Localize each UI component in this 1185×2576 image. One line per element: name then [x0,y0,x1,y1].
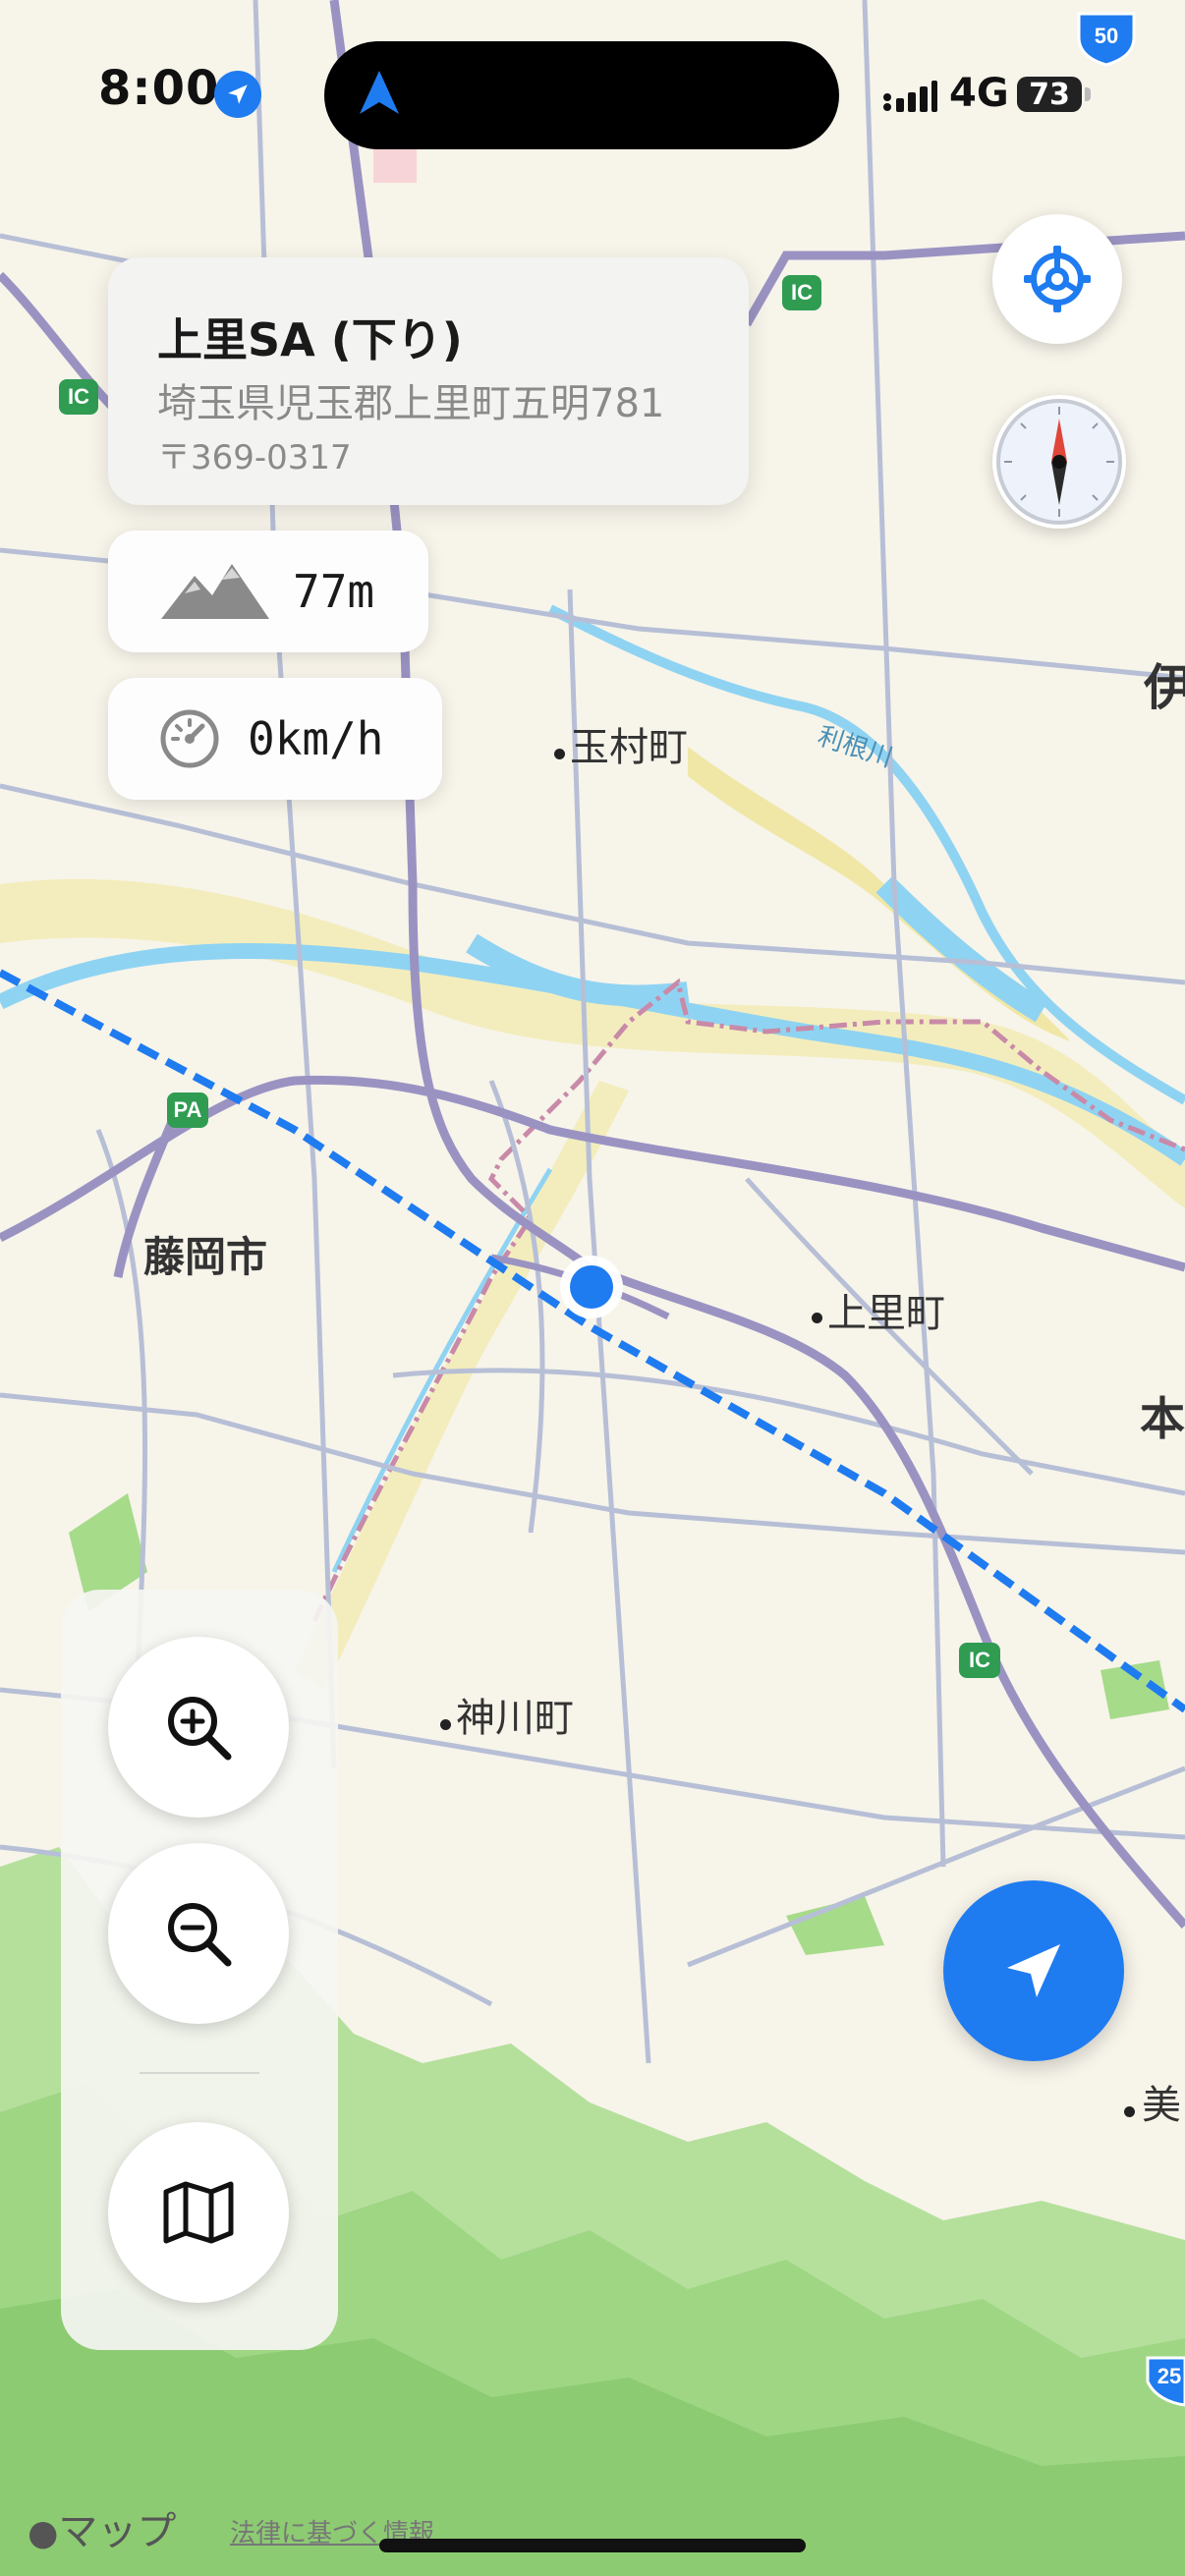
battery-indicator: 73 [1017,77,1082,112]
apple-logo-icon: ● [28,2513,59,2553]
speed-value: 0km/h [248,712,384,765]
speedometer-icon [160,709,219,768]
label-kamisato: 上里町 [827,1291,945,1336]
place-info-card[interactable]: 上里SA (下り) 埼玉県児玉郡上里町五明781 〒369-0317 [108,257,749,505]
mountain-icon [161,564,269,619]
ic-shield: IC [791,280,813,305]
ic-shield: IC [68,384,89,409]
label-tamamura: 玉村町 [570,725,688,770]
label-edge-i: 伊 [1144,659,1185,716]
status-time: 8:00 [98,61,220,116]
speed-display: 0km/h [108,678,442,800]
location-services-icon [214,71,261,118]
settings-button[interactable] [992,214,1122,344]
map-type-button[interactable] [108,2122,289,2303]
current-location-button[interactable] [943,1880,1124,2061]
altitude-value: 77m [293,565,375,618]
controls-divider [140,2072,259,2074]
network-type: 4G [949,71,1009,116]
gear-icon [1024,246,1091,312]
zoom-in-icon [168,1697,232,1761]
maps-logo: ●マップ [28,2499,176,2556]
place-name: 上里SA (下り) [157,313,463,366]
maps-logo-text: マップ [58,2509,177,2554]
location-arrow-icon [1007,1944,1060,1997]
place-postal-code: 〒369-0317 [157,438,352,477]
route-50-shield: 50 [1095,24,1118,48]
battery-tip [1085,87,1091,101]
label-edge-hon: 本 [1140,1392,1185,1445]
home-indicator[interactable] [379,2539,806,2552]
zoom-in-button[interactable] [108,1637,289,1818]
zoom-out-button[interactable] [108,1843,289,2024]
zoom-out-icon [168,1903,232,1967]
label-edge-mi: 美 [1142,2083,1181,2128]
compass-icon [996,399,1122,525]
label-fujioka: 藤岡市 [143,1233,268,1281]
altitude-display: 77m [108,531,428,652]
pa-shield: PA [174,1097,202,1122]
navigation-arrow-icon [360,71,399,114]
place-address: 埼玉県児玉郡上里町五明781 [157,381,665,426]
route-25-shield: 25 [1157,2364,1181,2388]
cellular-signal-icon [882,81,937,116]
label-kamikawa: 神川町 [456,1696,574,1741]
dynamic-island [324,41,839,149]
ic-shield: IC [969,1648,990,1672]
map-icon [163,2181,234,2244]
compass-button[interactable] [992,395,1126,529]
